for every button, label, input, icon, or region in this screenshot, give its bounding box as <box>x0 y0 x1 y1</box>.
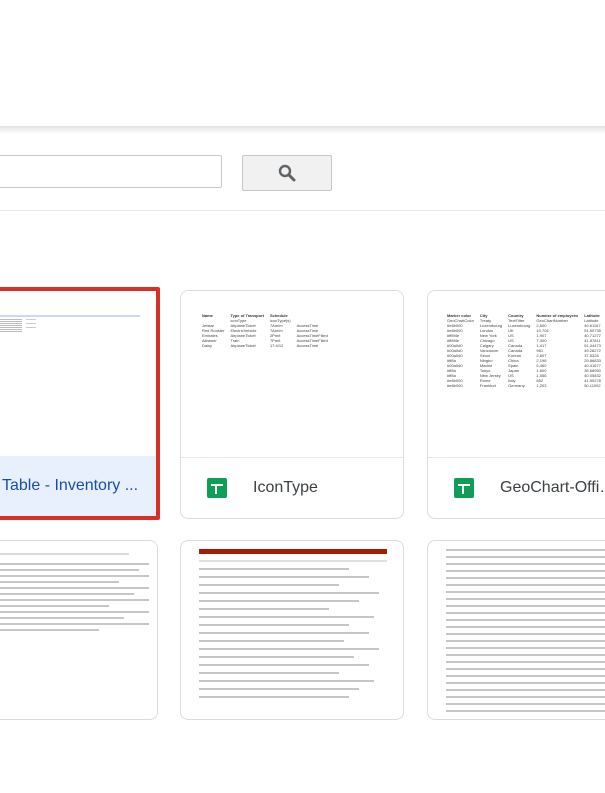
preview-cell: #e6b000 <box>447 383 463 388</box>
preview-cell: AccessTime <box>296 343 319 348</box>
card-title: Table - Inventory ... <box>2 477 139 494</box>
file-card-geochart[interactable]: Marker color City Country Number of empl… <box>427 290 605 519</box>
sheets-icon <box>454 478 474 498</box>
card-thumbnail <box>446 549 605 719</box>
preview-cell: 1,203 <box>536 383 547 388</box>
sheets-icon <box>207 478 227 498</box>
preview-table: Name Type of Transport Schedule iconType… <box>199 313 331 348</box>
card-thumbnail <box>199 549 387 719</box>
search-input[interactable] <box>0 155 222 188</box>
card-footer: GeoChart-Office <box>428 457 605 518</box>
search-button[interactable] <box>242 155 332 191</box>
card-thumbnail <box>0 553 151 719</box>
top-banner <box>0 0 605 128</box>
header-shadow <box>0 126 605 134</box>
file-card[interactable] <box>0 540 158 720</box>
file-card[interactable] <box>180 540 404 720</box>
card-footer: Table - Inventory ... <box>0 456 156 516</box>
preview-cell: 17:4/12 <box>269 343 284 348</box>
preview-cell: Frankfurt <box>479 383 496 388</box>
preview-cell: AirplaneTicket <box>230 343 256 348</box>
preview-cell: 50.11092 <box>584 383 601 388</box>
card-thumbnail: Marker color City Country Number of empl… <box>428 291 605 458</box>
preview-cell: Daisy <box>202 343 213 348</box>
file-card-icontype[interactable]: Name Type of Transport Schedule iconType… <box>180 290 404 519</box>
card-title: IconType <box>253 479 318 496</box>
preview-table: Marker color City Country Number of empl… <box>444 313 604 388</box>
card-thumbnail <box>0 291 156 456</box>
section-divider <box>0 210 605 211</box>
card-title: GeoChart-Office <box>500 479 605 496</box>
card-thumbnail: Name Type of Transport Schedule iconType… <box>181 291 403 458</box>
preview-cell: Germany <box>508 383 525 388</box>
file-card[interactable] <box>427 540 605 720</box>
file-card-inventory-table[interactable]: Table - Inventory ... <box>0 287 160 520</box>
search-icon <box>278 164 296 182</box>
card-footer: IconType <box>181 457 403 518</box>
